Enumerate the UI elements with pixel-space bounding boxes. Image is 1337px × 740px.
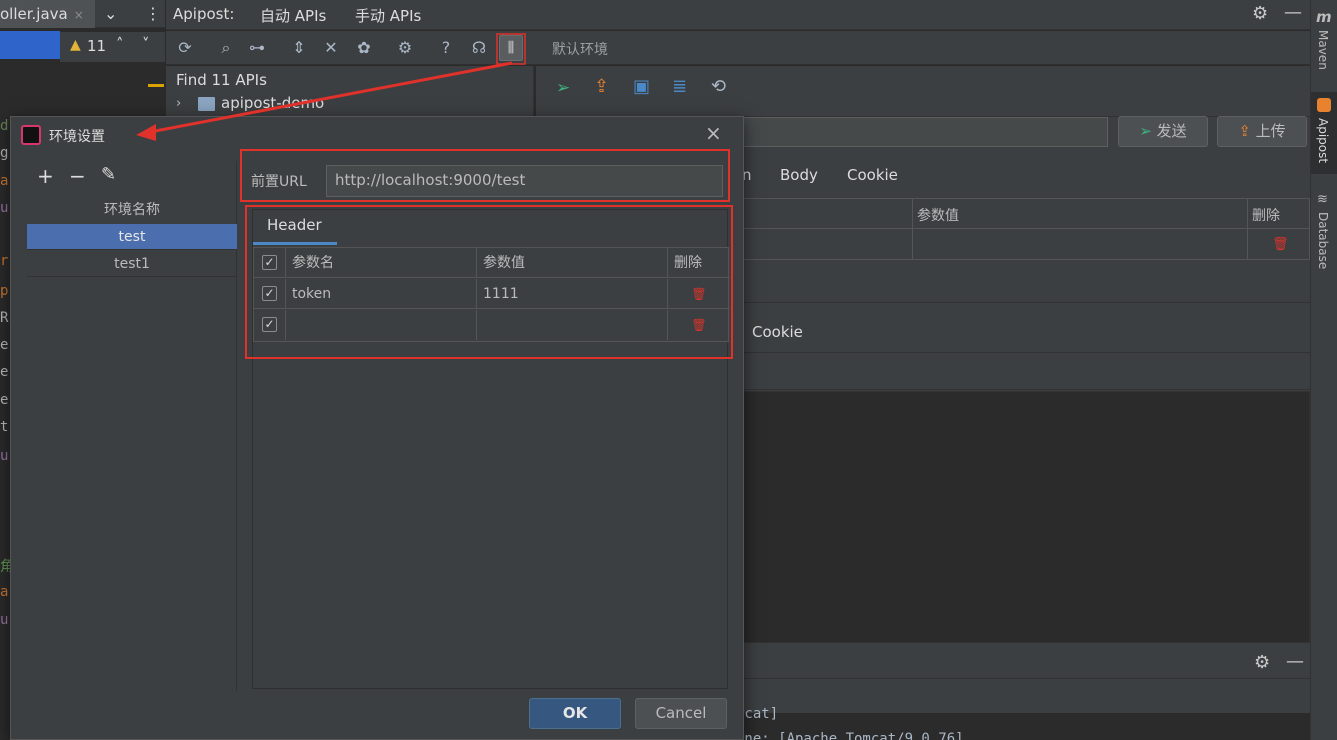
- annotation-arrow: [136, 33, 526, 141]
